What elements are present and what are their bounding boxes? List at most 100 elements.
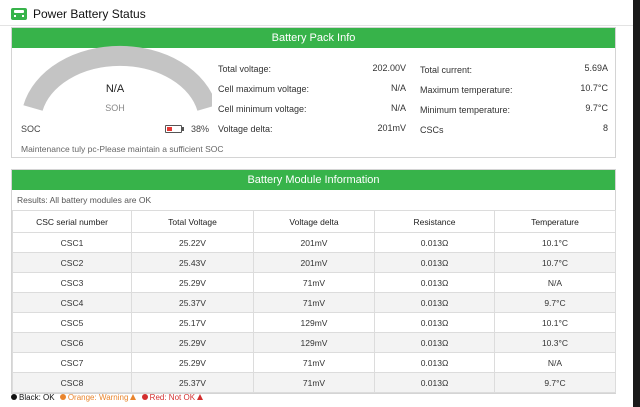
resistance-cell: 0.013Ω [374, 272, 495, 293]
module-table-header-row: CSC serial number Total Voltage Voltage … [12, 210, 616, 233]
table-row: CSC4 25.37V 71mV 0.013Ω 9.7°C [12, 292, 616, 313]
temperature-cell: N/A [494, 352, 616, 373]
total-voltage-value: 202.00V [372, 63, 406, 73]
temperature-cell: 10.1°C [494, 312, 616, 333]
voltage-delta-cell: 201mV [253, 232, 375, 253]
legend-warning: Orange: Warning [59, 393, 137, 402]
column-header-temperature: Temperature [494, 210, 616, 233]
warning-dot-icon [59, 394, 66, 400]
total-voltage-cell: 25.37V [131, 372, 254, 393]
column-header-total-voltage: Total Voltage [131, 210, 254, 233]
soh-label: SOH [105, 103, 125, 113]
page-title: Power Battery Status [33, 7, 146, 21]
voltage-delta-cell: 71mV [253, 272, 375, 293]
legend-warning-label: Orange: Warning [67, 393, 129, 402]
voltage-delta-cell: 71mV [253, 352, 375, 373]
voltage-delta-cell: 201mV [253, 252, 375, 273]
voltage-delta-cell: 129mV [253, 312, 375, 333]
table-row: CSC8 25.37V 71mV 0.013Ω 9.7°C [12, 372, 616, 393]
total-voltage-cell: 25.37V [131, 292, 254, 313]
resistance-cell: 0.013Ω [374, 252, 495, 273]
cell-max-voltage-label: Cell maximum voltage: [218, 84, 310, 94]
temperature-cell: N/A [494, 272, 616, 293]
module-result-text: Results: All battery modules are OK [17, 195, 152, 205]
status-legend: Black: OK Orange: Warning Red: Not OK [11, 393, 206, 402]
battery-icon [11, 8, 27, 20]
csc-serial-cell: CSC1 [12, 232, 132, 253]
cscs-label: CSCs [420, 125, 444, 135]
column-header-voltage-delta: Voltage delta [253, 210, 375, 233]
title-bar: Power Battery Status [0, 0, 633, 26]
battery-module-info-panel: Battery Module Information Results: All … [11, 169, 616, 394]
max-temperature-value: 10.7°C [580, 83, 608, 93]
total-voltage-cell: 25.29V [131, 272, 254, 293]
resistance-cell: 0.013Ω [374, 292, 495, 313]
window-edge [633, 0, 640, 407]
temperature-cell: 9.7°C [494, 372, 616, 393]
cell-min-voltage-value: N/A [390, 103, 406, 113]
table-row: CSC3 25.29V 71mV 0.013Ω N/A [12, 272, 616, 293]
legend-not-ok: Red: Not OK [141, 393, 204, 402]
battery-pack-info-panel: Battery Pack Info N/A SOH SOC 38% Mainte… [11, 27, 616, 158]
voltage-delta-cell: 71mV [253, 292, 375, 313]
resistance-cell: 0.013Ω [374, 232, 495, 253]
soc-value: 38% [190, 124, 209, 134]
total-voltage-cell: 25.43V [131, 252, 254, 273]
legend-ok-label: Black: OK [19, 393, 55, 402]
table-row: CSC7 25.29V 71mV 0.013Ω N/A [12, 352, 616, 373]
csc-serial-cell: CSC8 [12, 372, 132, 393]
total-voltage-cell: 25.29V [131, 332, 254, 353]
csc-serial-cell: CSC7 [12, 352, 132, 373]
table-row: CSC2 25.43V 201mV 0.013Ω 10.7°C [12, 252, 616, 273]
column-header-resistance: Resistance [374, 210, 495, 233]
soc-battery-fill [167, 127, 172, 131]
temperature-cell: 10.3°C [494, 332, 616, 353]
ok-dot-icon [11, 394, 17, 400]
column-header-csc-serial: CSC serial number [12, 210, 132, 233]
soh-gauge [23, 45, 212, 112]
max-temperature-label: Maximum temperature: [420, 85, 513, 95]
voltage-delta-label: Voltage delta: [218, 124, 273, 134]
cell-max-voltage-value: N/A [390, 83, 406, 93]
module-table: CSC serial number Total Voltage Voltage … [12, 210, 616, 393]
maintenance-note: Maintenance tuly pc-Please maintain a su… [21, 144, 224, 154]
error-triangle-icon [197, 394, 204, 400]
temperature-cell: 9.7°C [494, 292, 616, 313]
min-temperature-label: Minimum temperature: [420, 105, 511, 115]
error-dot-icon [141, 394, 148, 400]
legend-ok: Black: OK [11, 393, 55, 402]
resistance-cell: 0.013Ω [374, 312, 495, 333]
total-current-label: Total current: [420, 65, 473, 75]
resistance-cell: 0.013Ω [374, 372, 495, 393]
cscs-value: 8 [602, 123, 608, 133]
csc-serial-cell: CSC6 [12, 332, 132, 353]
total-voltage-label: Total voltage: [218, 64, 272, 74]
warning-triangle-icon [130, 394, 137, 400]
battery-module-info-header: Battery Module Information [12, 170, 615, 190]
voltage-delta-cell: 129mV [253, 332, 375, 353]
soc-battery-icon [165, 125, 184, 133]
resistance-cell: 0.013Ω [374, 352, 495, 373]
resistance-cell: 0.013Ω [374, 332, 495, 353]
csc-serial-cell: CSC4 [12, 292, 132, 313]
csc-serial-cell: CSC2 [12, 252, 132, 273]
csc-serial-cell: CSC5 [12, 312, 132, 333]
voltage-delta-cell: 71mV [253, 372, 375, 393]
min-temperature-value: 9.7°C [585, 103, 608, 113]
total-voltage-cell: 25.17V [131, 312, 254, 333]
temperature-cell: 10.7°C [494, 252, 616, 273]
table-row: CSC1 25.22V 201mV 0.013Ω 10.1°C [12, 232, 616, 253]
soc-label: SOC [21, 124, 41, 134]
table-row: CSC6 25.29V 129mV 0.013Ω 10.3°C [12, 332, 616, 353]
csc-serial-cell: CSC3 [12, 272, 132, 293]
total-voltage-cell: 25.22V [131, 232, 254, 253]
soh-gauge-arc [23, 45, 212, 112]
total-voltage-cell: 25.29V [131, 352, 254, 373]
soh-value: N/A [105, 83, 125, 95]
total-current-value: 5.69A [584, 63, 608, 73]
voltage-delta-value: 201mV [377, 123, 406, 133]
temperature-cell: 10.1°C [494, 232, 616, 253]
legend-not-ok-label: Red: Not OK [149, 393, 196, 402]
cell-min-voltage-label: Cell minimum voltage: [218, 104, 307, 114]
table-row: CSC5 25.17V 129mV 0.013Ω 10.1°C [12, 312, 616, 333]
